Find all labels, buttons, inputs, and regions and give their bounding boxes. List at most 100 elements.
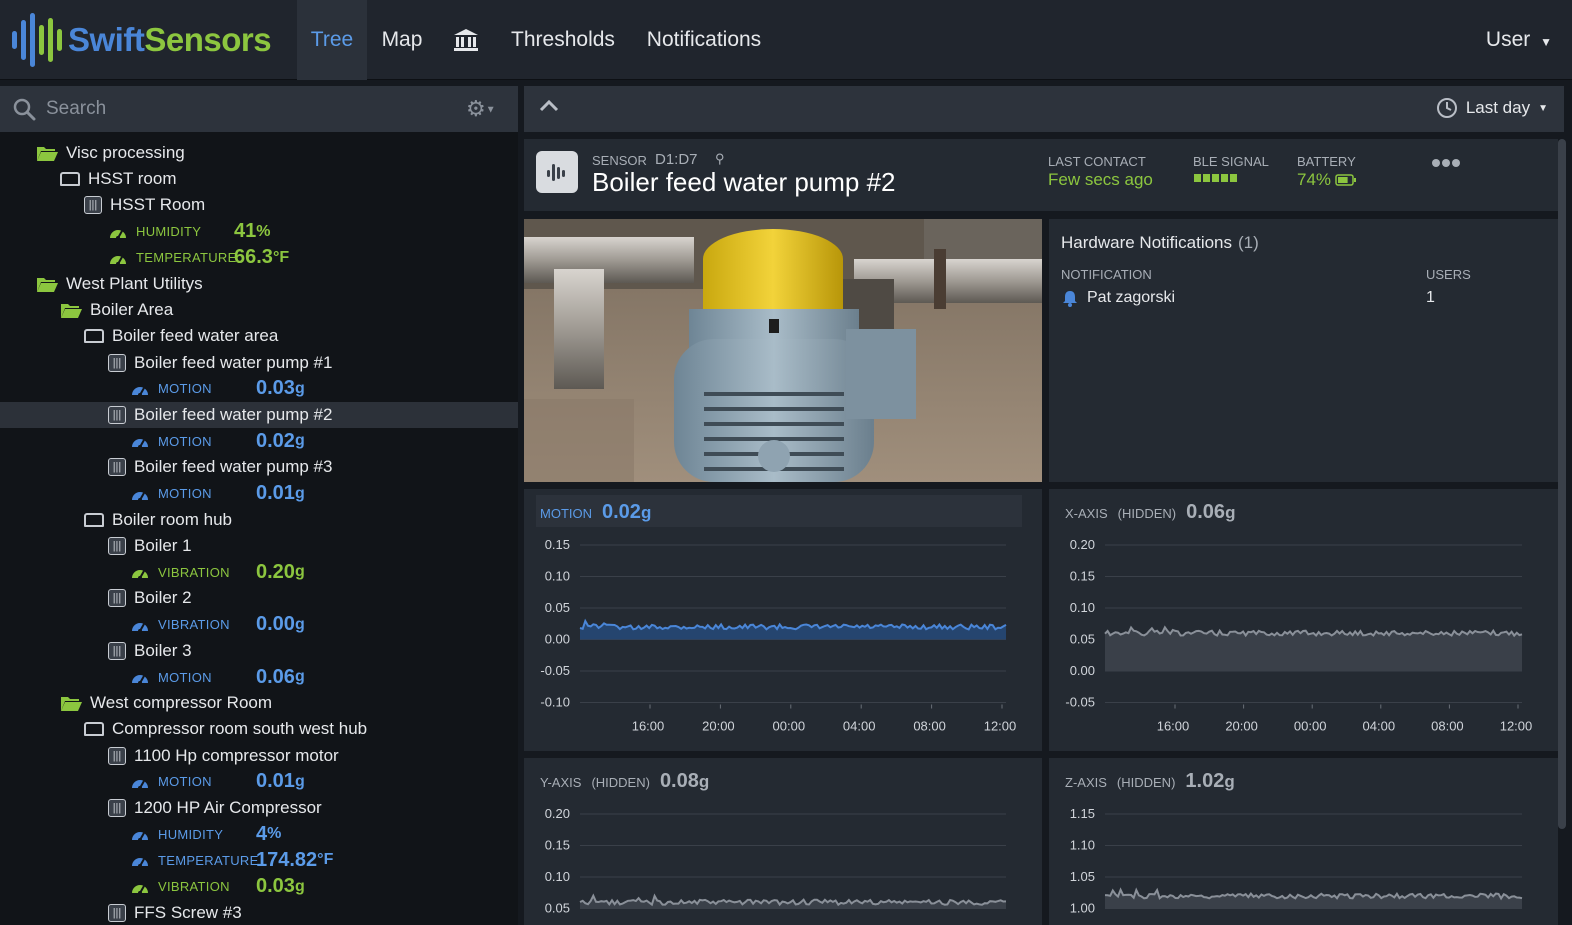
tree-label: West compressor Room	[90, 693, 273, 713]
metric-label: MOTION	[158, 381, 212, 397]
tree-folder[interactable]: West compressor Room	[0, 690, 518, 716]
hub-icon	[60, 172, 80, 187]
tree-hub[interactable]: Boiler feed water area	[0, 323, 518, 349]
sensor-icon: |||	[108, 641, 126, 660]
y-tick-label: -0.05	[1065, 695, 1095, 710]
tree-hub[interactable]: Boiler room hub	[0, 507, 518, 533]
tree-metric[interactable]: VIBRATION 0.03 g	[0, 874, 518, 900]
notification-name: Pat zagorski	[1087, 289, 1176, 306]
clock-icon	[1436, 98, 1457, 118]
metric-unit: %	[267, 825, 282, 843]
sensor-type-icon	[536, 151, 578, 193]
tree-sensor[interactable]: ||| 1100 Hp compressor motor	[0, 743, 518, 769]
gauge-icon	[132, 884, 148, 895]
last-contact-value: Few secs ago	[1048, 170, 1153, 189]
tree-folder[interactable]: West Plant Utilitys	[0, 271, 518, 297]
sensor-icon: |||	[108, 746, 126, 765]
tree-sensor[interactable]: ||| Boiler 2	[0, 585, 518, 611]
gauge-icon	[132, 779, 148, 790]
tree-sensor[interactable]: ||| Boiler feed water pump #1	[0, 350, 518, 376]
gauge-icon	[132, 439, 148, 450]
metric-value: 0.00	[256, 613, 295, 636]
caret-down-icon: ▼	[485, 104, 496, 116]
tree-metric[interactable]: MOTION 0.06 g	[0, 664, 518, 690]
tree-metric[interactable]: HUMIDITY 41%	[0, 219, 518, 245]
tree-label: Boiler 3	[134, 640, 192, 660]
search-settings-button[interactable]: ⚙▼	[466, 96, 496, 122]
tab-thresholds[interactable]: Thresholds	[505, 0, 621, 80]
chart-header: X-AXIS (HIDDEN) 0.06 g	[1061, 495, 1239, 527]
sensor-icon: |||	[108, 458, 126, 477]
logo-bars-icon	[12, 12, 62, 68]
tab-map[interactable]: Map	[372, 0, 432, 80]
notification-row[interactable]: Pat zagorski	[1061, 289, 1175, 307]
hub-icon	[84, 722, 104, 737]
time-range-dropdown[interactable]: Last day ▼	[1436, 97, 1548, 119]
tree-metric[interactable]: MOTION 0.03 g	[0, 376, 518, 402]
sensor-icon: |||	[108, 353, 126, 372]
tree-sensor[interactable]: ||| Boiler 1	[0, 533, 518, 559]
more-options-button[interactable]	[1431, 149, 1461, 175]
tree-sensor[interactable]: ||| Boiler feed water pump #3	[0, 454, 518, 480]
tab-tree[interactable]: Tree	[297, 0, 367, 80]
tree-sensor[interactable]: ||| FFS Screw #3	[0, 900, 518, 925]
chart-hidden-label: (HIDDEN)	[591, 775, 650, 790]
tree-metric[interactable]: MOTION 0.01 g	[0, 769, 518, 795]
tree-metric[interactable]: VIBRATION 0.00 g	[0, 612, 518, 638]
ble-signal-label: BLE SIGNAL	[1193, 154, 1269, 169]
ble-bar	[1221, 174, 1228, 182]
metric-value: 0.20	[256, 560, 295, 583]
tab-buildings[interactable]	[446, 0, 486, 80]
swift-sensors-logo[interactable]: SwiftSensors	[12, 12, 272, 68]
tree-metric[interactable]: TEMPERATURE 174.82 °F	[0, 847, 518, 873]
metric-value: 0.03	[256, 875, 295, 898]
z-axis-chart-panel: Z-AXIS (HIDDEN) 1.02 g 1.15 1.10 1.05 1.00	[1049, 758, 1558, 925]
y-tick-label: 0.15	[545, 838, 570, 853]
tree-sensor[interactable]: ||| Boiler feed water pump #2	[0, 402, 518, 428]
y-tick-label: 0.10	[1070, 600, 1095, 615]
content-scrollbar[interactable]	[1558, 139, 1566, 829]
metric-value: 0.02	[256, 429, 295, 452]
location-pin-icon[interactable]: ⚲	[715, 151, 725, 167]
notification-users-count: 1	[1426, 289, 1435, 306]
tree-hub[interactable]: Compressor room south west hub	[0, 716, 518, 742]
tree-metric[interactable]: MOTION 0.01 g	[0, 481, 518, 507]
notifications-count: (1)	[1238, 233, 1259, 252]
tree-label: HSST Room	[110, 195, 206, 215]
tree-metric[interactable]: HUMIDITY 4%	[0, 821, 518, 847]
tree-folder[interactable]: Boiler Area	[0, 297, 518, 323]
collapse-button[interactable]	[538, 96, 560, 119]
chart-current-value: 1.02	[1185, 770, 1225, 792]
series-line	[1104, 887, 1523, 901]
chart-hidden-label: (HIDDEN)	[1117, 506, 1177, 521]
tab-notifications[interactable]: Notifications	[640, 0, 768, 80]
metric-value: 41	[234, 220, 257, 243]
tree-hub[interactable]: HSST room	[0, 166, 518, 192]
user-menu[interactable]: User ▼	[1486, 0, 1552, 80]
ble-bar	[1212, 174, 1219, 182]
tree-metric[interactable]: TEMPERATURE 66.3 °F	[0, 245, 518, 271]
search-input[interactable]	[46, 94, 426, 124]
metric-value: 174.82	[256, 848, 318, 871]
x-tick-label: 08:00	[913, 719, 946, 734]
gauge-icon	[110, 255, 126, 266]
gear-icon: ⚙	[466, 96, 486, 121]
gauge-icon	[132, 570, 148, 581]
tree-sensor[interactable]: ||| 1200 HP Air Compressor	[0, 795, 518, 821]
tree-metric[interactable]: MOTION 0.02 g	[0, 428, 518, 454]
col-notification: NOTIFICATION	[1061, 267, 1152, 282]
y-tick-label: 0.15	[545, 537, 570, 552]
metric-value: 4	[256, 822, 268, 845]
time-range-label: Last day	[1465, 98, 1531, 117]
series-line	[579, 618, 1007, 631]
chart-unit: g	[640, 503, 652, 522]
tree-sensor[interactable]: ||| Boiler 3	[0, 638, 518, 664]
metric-value: 66.3	[234, 246, 273, 269]
tree-metric[interactable]: VIBRATION 0.20 g	[0, 559, 518, 585]
chart-metric-label: Y-AXIS	[540, 775, 582, 790]
tree-sensor[interactable]: ||| HSST Room	[0, 192, 518, 218]
hub-icon	[84, 512, 104, 527]
tree-folder[interactable]: Visc processing	[0, 140, 518, 166]
chart-plot: 0.20 0.15 0.10 0.05	[545, 806, 1007, 916]
metric-value: 0.01	[256, 770, 295, 793]
